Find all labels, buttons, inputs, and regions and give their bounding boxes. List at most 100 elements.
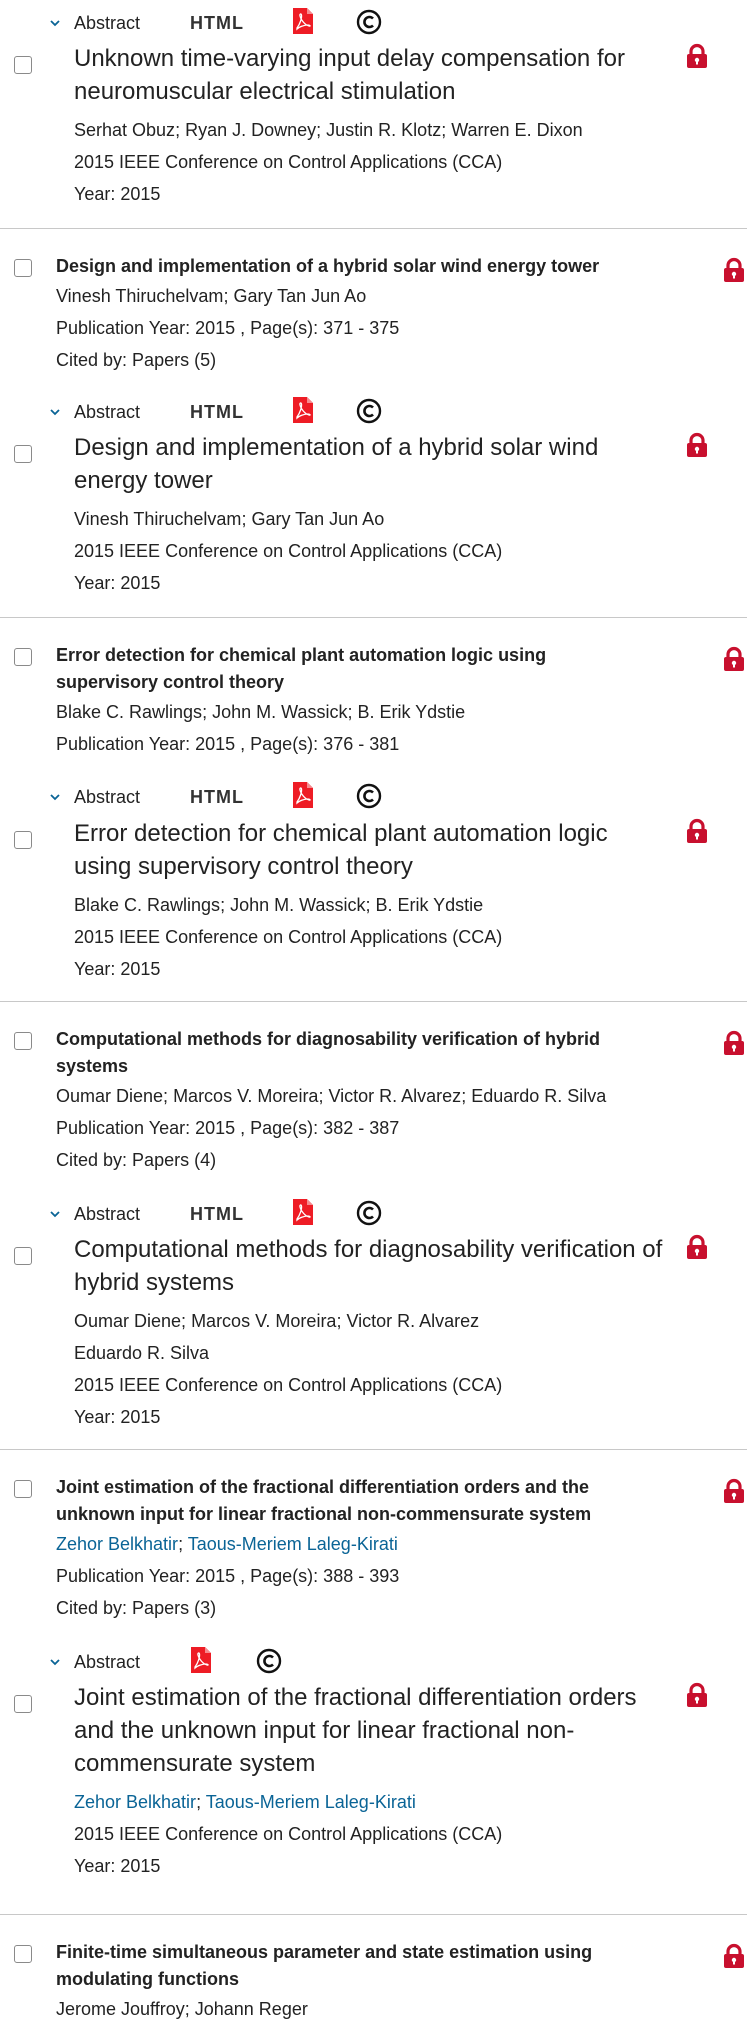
cited-by-label: Cited by: xyxy=(56,1598,133,1618)
pdf-icon[interactable] xyxy=(292,1198,314,1226)
html-button[interactable]: HTML xyxy=(190,400,244,424)
cited-by: Cited by: Papers (5) xyxy=(56,348,216,372)
result-select-checkbox[interactable] xyxy=(14,1032,32,1050)
copyright-icon[interactable] xyxy=(356,1200,382,1226)
abstract-toggle[interactable]: Abstract xyxy=(74,1650,140,1674)
author-separator: ; xyxy=(241,509,252,529)
result-select-checkbox[interactable] xyxy=(14,1480,32,1498)
cited-by: Cited by: Papers (4) xyxy=(56,1148,216,1172)
pdf-icon[interactable] xyxy=(292,781,314,809)
card-select-checkbox[interactable] xyxy=(14,831,32,849)
year-text: Year: 2015 xyxy=(74,1407,161,1427)
chevron-down-icon[interactable] xyxy=(50,1206,60,1218)
card-select-checkbox[interactable] xyxy=(14,1247,32,1265)
result-title-link[interactable]: Design and implementation of a hybrid so… xyxy=(56,253,686,280)
author-separator: ; xyxy=(175,120,186,140)
pdf-icon[interactable] xyxy=(292,396,314,424)
lock-icon xyxy=(721,1943,747,1969)
result-title-link[interactable]: modulating functions xyxy=(56,1966,686,1993)
chevron-down-icon[interactable] xyxy=(50,1654,60,1666)
abstract-toggle[interactable]: Abstract xyxy=(74,1202,140,1226)
author-separator: ; xyxy=(181,1311,192,1331)
publication-info: Publication Year: 2015 , Page(s): 382 - … xyxy=(56,1118,400,1138)
lock-icon xyxy=(684,43,710,69)
result-title-link[interactable]: and the unknown input for linear fractio… xyxy=(74,1714,674,1747)
copyright-icon[interactable] xyxy=(356,9,382,35)
pdf-icon[interactable] xyxy=(292,7,314,35)
result-divider xyxy=(0,1001,747,1002)
result-title-link[interactable]: Unknown time-varying input delay compens… xyxy=(74,42,674,75)
card-select-checkbox[interactable] xyxy=(14,445,32,463)
author-name: John M. Wassick xyxy=(212,702,348,722)
copyright-icon[interactable] xyxy=(356,398,382,424)
authors-line: Eduardo R. Silva xyxy=(74,1341,209,1365)
html-button[interactable]: HTML xyxy=(190,11,244,35)
author-name: B. Erik Ydstie xyxy=(357,702,466,722)
result-title-link[interactable]: Joint estimation of the fractional diffe… xyxy=(74,1681,674,1714)
publication-info: Publication Year: 2015 , Page(s): 388 - … xyxy=(56,1566,400,1586)
cited-by-link[interactable]: Papers (5) xyxy=(132,350,216,370)
authors-line: Jerome Jouffroy; Johann Reger xyxy=(56,1997,308,2021)
year-text: Year: 2015 xyxy=(74,959,161,979)
result-title-link[interactable]: unknown input for linear fractional non-… xyxy=(56,1501,686,1528)
author-name: Warren E. Dixon xyxy=(451,120,583,140)
result-title-link[interactable]: Error detection for chemical plant autom… xyxy=(56,642,686,669)
card-select-checkbox[interactable] xyxy=(14,1695,32,1713)
author-separator: ; xyxy=(316,120,327,140)
chevron-down-icon[interactable] xyxy=(50,789,60,801)
author-name: Johann Reger xyxy=(194,1999,308,2019)
author-name: Justin R. Klotz xyxy=(326,120,442,140)
result-title-link[interactable]: Computational methods for diagnosability… xyxy=(74,1233,674,1266)
cited-by-link[interactable]: Papers (3) xyxy=(132,1598,216,1618)
result-title-link[interactable]: hybrid systems xyxy=(74,1266,674,1299)
result-title-link[interactable]: Design and implementation of a hybrid so… xyxy=(74,431,674,464)
author-name: Victor R. Alvarez xyxy=(328,1086,462,1106)
author-name: Gary Tan Jun Ao xyxy=(251,509,385,529)
chevron-down-icon[interactable] xyxy=(50,15,60,27)
html-button[interactable]: HTML xyxy=(190,1202,244,1226)
publication-info: Publication Year: 2015 , Page(s): 371 - … xyxy=(56,318,400,338)
author-name: Vinesh Thiruchelvam xyxy=(74,509,242,529)
copyright-icon[interactable] xyxy=(356,783,382,809)
author-name: Blake C. Rawlings xyxy=(74,895,221,915)
result-select-checkbox[interactable] xyxy=(14,648,32,666)
year-text: Year: 2015 xyxy=(74,184,161,204)
abstract-toggle[interactable]: Abstract xyxy=(74,785,140,809)
author-name: Victor R. Alvarez xyxy=(346,1311,480,1331)
result-divider xyxy=(0,1914,747,1915)
result-title-link[interactable]: systems xyxy=(56,1053,686,1080)
result-title-link[interactable]: Computational methods for diagnosability… xyxy=(56,1026,686,1053)
html-button[interactable]: HTML xyxy=(190,785,244,809)
author-separator: ; xyxy=(178,1534,188,1554)
author-name[interactable]: Taous-Meriem Laleg-Kirati xyxy=(206,1792,416,1812)
author-name[interactable]: Zehor Belkhatir xyxy=(74,1792,196,1812)
result-title-link[interactable]: commensurate system xyxy=(74,1747,674,1780)
result-title-link[interactable]: energy tower xyxy=(74,464,674,497)
author-name[interactable]: Zehor Belkhatir xyxy=(56,1534,178,1554)
result-title-link[interactable]: using supervisory control theory xyxy=(74,850,674,883)
authors-line: Oumar Diene; Marcos V. Moreira; Victor R… xyxy=(56,1084,606,1108)
author-separator: ; xyxy=(336,1311,347,1331)
abstract-toggle[interactable]: Abstract xyxy=(74,400,140,424)
author-name: Eduardo R. Silva xyxy=(471,1086,607,1106)
conference-name: 2015 IEEE Conference on Control Applicat… xyxy=(74,152,503,172)
result-select-checkbox[interactable] xyxy=(14,259,32,277)
cited-by-link[interactable]: Papers (4) xyxy=(132,1150,216,1170)
lock-icon xyxy=(684,432,710,458)
result-title-link[interactable]: supervisory control theory xyxy=(56,669,686,696)
pdf-icon[interactable] xyxy=(190,1646,212,1674)
publication-info: Publication Year: 2015 , Page(s): 376 - … xyxy=(56,734,400,754)
author-name: Oumar Diene xyxy=(74,1311,182,1331)
result-title-link[interactable]: Error detection for chemical plant autom… xyxy=(74,817,674,850)
copyright-icon[interactable] xyxy=(256,1648,282,1674)
result-select-checkbox[interactable] xyxy=(14,1945,32,1963)
result-title-link[interactable]: Joint estimation of the fractional diffe… xyxy=(56,1474,686,1501)
card-select-checkbox[interactable] xyxy=(14,56,32,74)
chevron-down-icon[interactable] xyxy=(50,404,60,416)
abstract-toggle[interactable]: Abstract xyxy=(74,11,140,35)
author-name[interactable]: Taous-Meriem Laleg-Kirati xyxy=(188,1534,398,1554)
result-title-link[interactable]: Finite-time simultaneous parameter and s… xyxy=(56,1939,686,1966)
result-title-link[interactable]: neuromuscular electrical stimulation xyxy=(74,75,674,108)
lock-icon xyxy=(721,1030,747,1056)
lock-icon xyxy=(721,257,747,283)
